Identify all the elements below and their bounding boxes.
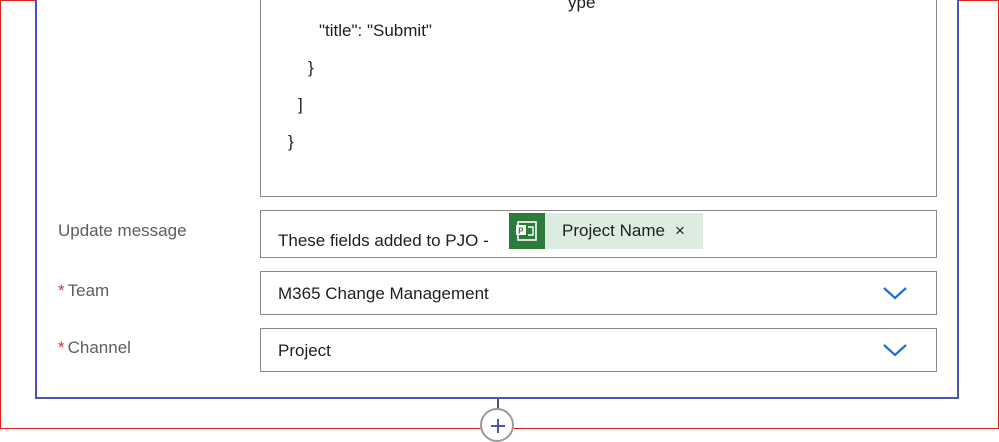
team-dropdown[interactable]: M365 Change Management — [260, 271, 937, 315]
update-message-text: These fields added to PJO - — [278, 231, 489, 250]
code-line: } — [308, 58, 314, 77]
channel-label: * Channel — [58, 338, 131, 358]
chevron-down-icon[interactable] — [882, 285, 908, 301]
code-line-cutoff: ype — [568, 0, 596, 12]
token-remove-icon[interactable]: × — [675, 221, 685, 241]
token-label: Project Name — [562, 221, 665, 240]
chevron-down-icon[interactable] — [882, 342, 908, 358]
svg-text:P: P — [518, 226, 524, 235]
code-line: } — [288, 132, 294, 151]
project-icon: P — [509, 213, 545, 249]
add-step-icon[interactable] — [480, 408, 514, 442]
channel-label-text: Channel — [67, 338, 131, 357]
adaptive-card-json-editor[interactable]: ype "title": "Submit" } ] } — [260, 0, 937, 197]
team-value: M365 Change Management — [278, 284, 489, 303]
update-message-label: Update message — [58, 221, 187, 240]
required-marker: * — [58, 281, 65, 300]
required-marker: * — [58, 338, 65, 357]
update-message-field[interactable]: These fields added to PJO - P Project Na… — [260, 210, 937, 258]
team-label: * Team — [58, 281, 109, 301]
code-line: "title": "Submit" — [319, 21, 432, 40]
channel-value: Project — [278, 341, 331, 360]
code-line: ] — [298, 95, 303, 114]
team-label-text: Team — [67, 281, 110, 300]
channel-dropdown[interactable]: Project — [260, 328, 937, 372]
dynamic-content-token[interactable]: P Project Name × — [509, 213, 703, 249]
